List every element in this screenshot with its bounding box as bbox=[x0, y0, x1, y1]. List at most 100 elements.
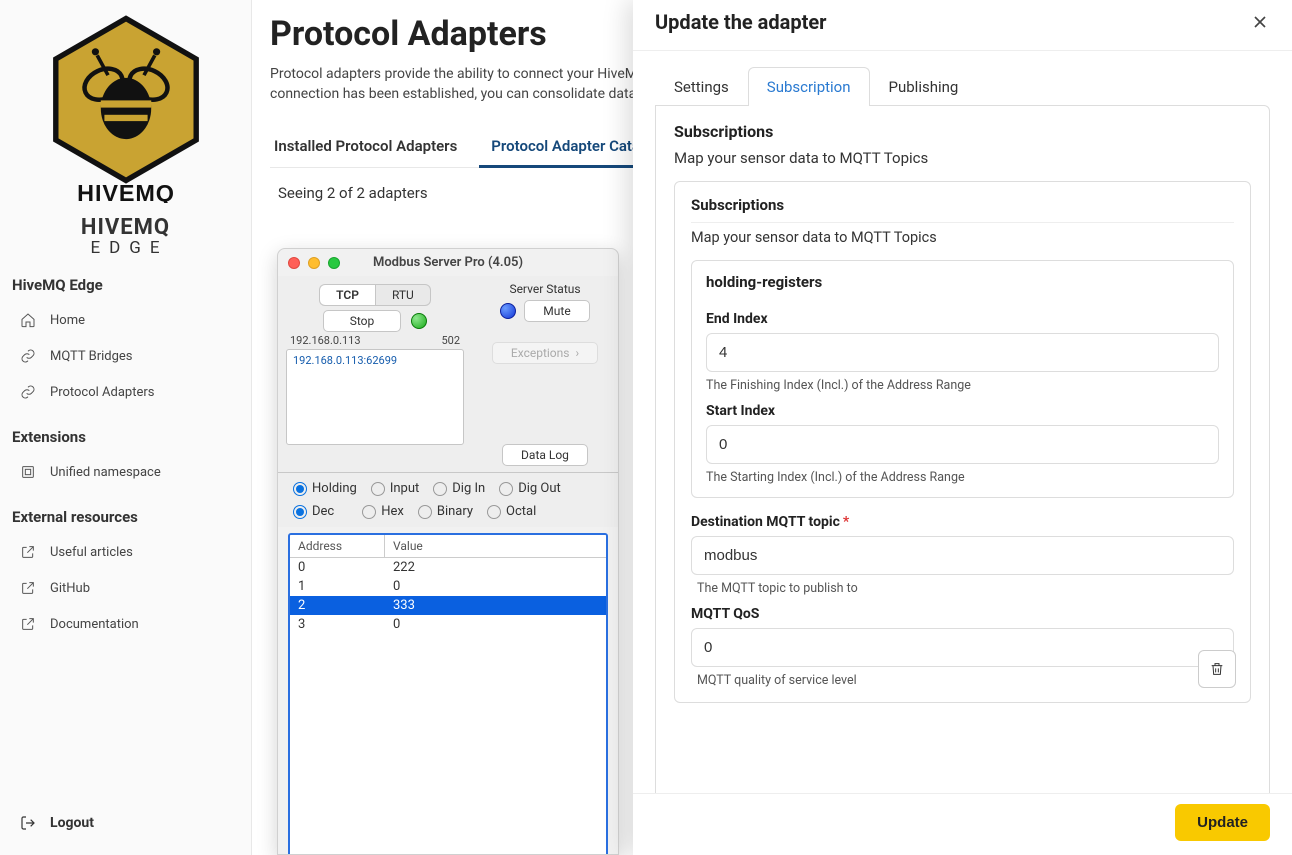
server-ip: 192.168.0.113 bbox=[290, 334, 361, 347]
sidebar-item-label: Documentation bbox=[50, 617, 139, 632]
external-link-icon bbox=[20, 616, 36, 632]
close-icon[interactable] bbox=[1250, 12, 1270, 32]
logout-button[interactable]: Logout bbox=[0, 805, 251, 841]
tab-settings[interactable]: Settings bbox=[655, 67, 748, 106]
window-zoom-button[interactable] bbox=[328, 257, 340, 269]
qos-input[interactable] bbox=[691, 628, 1234, 667]
trash-icon bbox=[1209, 661, 1225, 677]
sidebar-section-main: HiveMQ Edge bbox=[0, 268, 251, 302]
radio-octal[interactable]: Octal bbox=[487, 504, 536, 519]
radio-binary[interactable]: Binary bbox=[418, 504, 473, 519]
radio-hex[interactable]: Hex bbox=[362, 504, 404, 519]
layers-icon bbox=[20, 464, 36, 480]
status-led-blue bbox=[500, 303, 516, 319]
end-index-input[interactable] bbox=[706, 333, 1219, 372]
window-minimize-button[interactable] bbox=[308, 257, 320, 269]
status-led-green bbox=[411, 313, 427, 329]
sidebar: HIVEMQ EDGE HIVEMQ EDGE HiveMQ Edge Home… bbox=[0, 0, 252, 855]
logout-icon bbox=[20, 815, 36, 831]
stop-button[interactable]: Stop bbox=[323, 310, 402, 332]
end-index-help: The Finishing Index (Incl.) of the Addre… bbox=[706, 378, 1219, 393]
radio-holding[interactable]: Holding bbox=[293, 481, 357, 496]
sidebar-item-label: Home bbox=[50, 313, 85, 328]
home-icon bbox=[20, 312, 36, 328]
external-link-icon bbox=[20, 544, 36, 560]
register-type-row: Holding Input Dig In Dig Out bbox=[278, 473, 618, 504]
table-row[interactable]: 0222 bbox=[290, 558, 606, 577]
end-index-label: End Index bbox=[706, 311, 1219, 327]
modbus-server-window: Modbus Server Pro (4.05) TCP RTU Stop 19… bbox=[277, 248, 619, 855]
server-port: 502 bbox=[441, 334, 460, 347]
datalog-button[interactable]: Data Log bbox=[502, 444, 588, 466]
subscriptions-title: Subscriptions bbox=[674, 122, 1251, 141]
exceptions-button[interactable]: Exceptions › bbox=[492, 342, 598, 364]
topic-label: Destination MQTT topic* bbox=[691, 514, 1234, 530]
link-icon bbox=[20, 348, 36, 364]
radio-digin[interactable]: Dig In bbox=[433, 481, 485, 496]
holding-registers-card: holding-registers End Index The Finishin… bbox=[691, 260, 1234, 498]
sidebar-item-home[interactable]: Home bbox=[0, 302, 251, 338]
group-title: Subscriptions bbox=[691, 196, 1234, 223]
protocol-segment[interactable]: TCP RTU bbox=[286, 284, 464, 306]
sidebar-item-namespace[interactable]: Unified namespace bbox=[0, 454, 251, 490]
update-adapter-drawer: Update the adapter Settings Subscription… bbox=[633, 0, 1292, 855]
sidebar-item-github[interactable]: GitHub bbox=[0, 570, 251, 606]
table-header: Address Value bbox=[290, 535, 606, 558]
window-close-button[interactable] bbox=[288, 257, 300, 269]
seg-tcp[interactable]: TCP bbox=[319, 284, 375, 306]
seg-rtu[interactable]: RTU bbox=[375, 284, 431, 306]
tab-publishing[interactable]: Publishing bbox=[870, 67, 978, 106]
sidebar-item-label: Useful articles bbox=[50, 545, 133, 560]
sidebar-item-articles[interactable]: Useful articles bbox=[0, 534, 251, 570]
table-row[interactable]: 2333 bbox=[290, 596, 606, 615]
topic-help: The MQTT topic to publish to bbox=[691, 581, 1234, 596]
subscriptions-desc: Map your sensor data to MQTT Topics bbox=[674, 149, 1251, 167]
radio-input[interactable]: Input bbox=[371, 481, 419, 496]
subscription-group: Subscriptions Map your sensor data to MQ… bbox=[674, 181, 1251, 703]
col-value: Value bbox=[385, 535, 431, 557]
svg-text:HIVEMQ: HIVEMQ bbox=[77, 180, 175, 203]
sidebar-item-adapters[interactable]: Protocol Adapters bbox=[0, 374, 251, 410]
logo-title: HIVEMQ bbox=[0, 215, 251, 240]
connection-entry: 192.168.0.113:62699 bbox=[293, 354, 457, 367]
server-status-label: Server Status bbox=[478, 282, 612, 296]
sidebar-item-label: Unified namespace bbox=[50, 465, 161, 480]
qos-label: MQTT QoS bbox=[691, 606, 1234, 622]
table-row[interactable]: 10 bbox=[290, 577, 606, 596]
link-icon bbox=[20, 384, 36, 400]
chevron-right-icon: › bbox=[575, 346, 579, 360]
update-button[interactable]: Update bbox=[1175, 804, 1270, 841]
col-address: Address bbox=[290, 535, 385, 557]
window-titlebar: Modbus Server Pro (4.05) bbox=[278, 249, 618, 276]
logout-label: Logout bbox=[50, 815, 94, 831]
sidebar-item-docs[interactable]: Documentation bbox=[0, 606, 251, 642]
sidebar-item-label: Protocol Adapters bbox=[50, 385, 154, 400]
logo-edition: EDGE bbox=[8, 238, 251, 258]
sidebar-section-res: External resources bbox=[0, 500, 251, 534]
drawer-panel: Subscriptions Map your sensor data to MQ… bbox=[655, 105, 1270, 793]
tab-subscription[interactable]: Subscription bbox=[748, 67, 870, 106]
tab-installed-adapters[interactable]: Installed Protocol Adapters bbox=[270, 127, 461, 167]
qos-help: MQTT quality of service level bbox=[691, 673, 1234, 688]
register-table[interactable]: Address Value 022210233330 bbox=[288, 533, 608, 855]
radio-digout[interactable]: Dig Out bbox=[499, 481, 561, 496]
sidebar-item-bridges[interactable]: MQTT Bridges bbox=[0, 338, 251, 374]
table-row[interactable]: 30 bbox=[290, 615, 606, 634]
drawer-title: Update the adapter bbox=[655, 10, 826, 34]
external-link-icon bbox=[20, 580, 36, 596]
start-index-label: Start Index bbox=[706, 403, 1219, 419]
destination-topic-input[interactable] bbox=[691, 536, 1234, 575]
sidebar-item-label: MQTT Bridges bbox=[50, 349, 133, 364]
group-desc: Map your sensor data to MQTT Topics bbox=[691, 229, 1234, 246]
radio-dec[interactable]: Dec bbox=[293, 504, 334, 519]
mute-button[interactable]: Mute bbox=[524, 300, 589, 322]
sidebar-item-label: GitHub bbox=[50, 581, 90, 596]
holding-registers-header: holding-registers bbox=[706, 273, 1219, 301]
logo: HIVEMQ EDGE bbox=[0, 14, 251, 223]
drawer-tabs: Settings Subscription Publishing bbox=[655, 67, 1270, 106]
number-base-row: Dec Hex Binary Octal bbox=[278, 504, 618, 527]
start-index-input[interactable] bbox=[706, 425, 1219, 464]
connection-list[interactable]: 192.168.0.113:62699 bbox=[286, 349, 464, 445]
sidebar-section-ext: Extensions bbox=[0, 420, 251, 454]
delete-button[interactable] bbox=[1198, 650, 1236, 688]
